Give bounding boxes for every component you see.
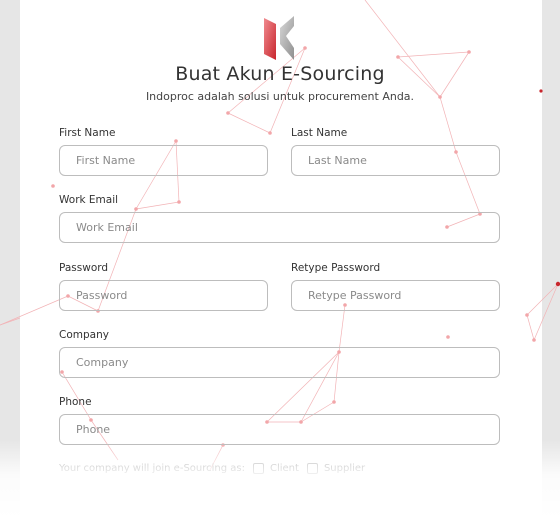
- last-name-input[interactable]: [291, 145, 500, 176]
- first-name-input[interactable]: [59, 145, 268, 176]
- client-checkbox[interactable]: [252, 463, 264, 474]
- work-email-input[interactable]: [59, 212, 500, 243]
- role-selection: Your company will join e-Sourcing as: Cl…: [59, 463, 365, 474]
- page-title: Buat Akun E-Sourcing: [175, 63, 385, 85]
- company-label: Company: [59, 329, 109, 341]
- page-subtitle: Indoproc adalah solusi untuk procurement…: [145, 90, 415, 103]
- role-prompt: Your company will join e-Sourcing as:: [59, 463, 245, 474]
- last-name-label: Last Name: [291, 127, 348, 139]
- first-name-label: First Name: [59, 127, 116, 139]
- password-input[interactable]: [59, 280, 268, 311]
- supplier-option-label[interactable]: Supplier: [324, 463, 365, 474]
- client-option-label[interactable]: Client: [270, 463, 299, 474]
- phone-input[interactable]: [59, 414, 500, 445]
- supplier-checkbox[interactable]: [306, 463, 318, 474]
- retype-password-input[interactable]: [291, 280, 500, 311]
- retype-password-label: Retype Password: [291, 262, 381, 274]
- company-input[interactable]: [59, 347, 500, 378]
- work-email-label: Work Email: [59, 194, 119, 206]
- phone-label: Phone: [59, 396, 92, 408]
- password-label: Password: [59, 262, 109, 274]
- indoproc-logo-icon: [264, 16, 294, 60]
